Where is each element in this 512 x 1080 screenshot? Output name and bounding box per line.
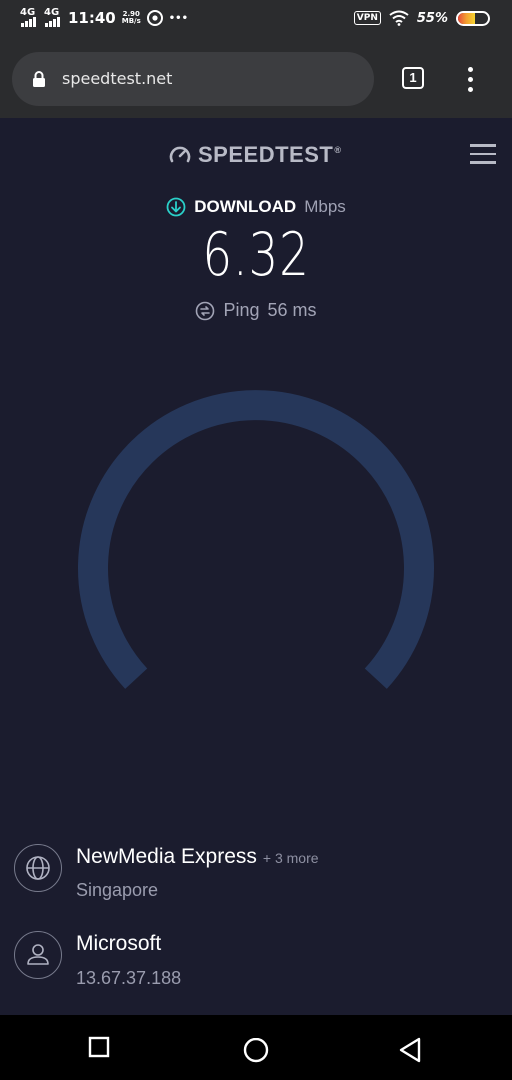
speedtest-logo[interactable]: SPEEDTEST ® (168, 142, 341, 168)
home-icon[interactable] (243, 1038, 269, 1064)
vpn-badge: VPN (353, 11, 381, 25)
ping-icon (196, 301, 215, 320)
server-globe-icon (14, 844, 62, 892)
signal-icon: 4G (20, 7, 38, 27)
browser-toolbar: speedtest.net 1 (0, 40, 512, 118)
server-isp-name[interactable]: NewMedia Express + 3 more (76, 845, 319, 869)
recent-apps-icon[interactable] (88, 1036, 110, 1058)
server-location: Singapore (76, 880, 159, 900)
ping-value: 56 ms (267, 300, 317, 320)
wifi-icon (389, 10, 409, 26)
download-unit: Mbps (304, 197, 346, 216)
more-notifications-icon: ••• (168, 12, 188, 24)
logo-mark: ® (334, 145, 342, 155)
logo-text: SPEEDTEST (198, 142, 334, 167)
download-label: DOWNLOAD (194, 197, 297, 216)
browser-menu-icon[interactable] (468, 67, 474, 93)
battery-icon (456, 10, 490, 26)
network-speed: 2.90 MB/s (121, 10, 141, 25)
lock-icon (33, 71, 45, 87)
download-header: DOWNLOAD Mbps (0, 197, 512, 217)
status-bar: 4G 4G 11:40 2.90 MB/s ••• VPN 55% (0, 0, 512, 40)
isp-name-text: NewMedia Express (76, 845, 257, 868)
ping-row: Ping 56 ms (0, 300, 512, 321)
gauge-track (78, 390, 434, 689)
ping-label: Ping (223, 300, 260, 320)
gauge-logo-icon (169, 146, 191, 163)
provider-name: Microsoft (76, 932, 162, 955)
system-nav-bar (0, 1015, 512, 1080)
back-icon[interactable] (398, 1037, 424, 1063)
chrome-icon (146, 10, 163, 26)
clock: 11:40 (68, 9, 116, 27)
more-servers-link[interactable]: + 3 more (263, 850, 319, 866)
address-bar[interactable]: speedtest.net (12, 52, 374, 106)
battery-percent: 55% (416, 10, 448, 26)
speed-gauge (78, 390, 434, 689)
download-speed-value: 6.32 (202, 220, 310, 290)
user-icon (14, 931, 62, 979)
download-arrow-icon (166, 197, 186, 217)
signal-icon: 4G (44, 7, 62, 27)
url-text[interactable]: speedtest.net (62, 69, 172, 88)
tab-switcher-button[interactable]: 1 (402, 67, 424, 89)
ip-address: 13.67.37.188 (76, 968, 182, 988)
hamburger-menu-icon[interactable] (470, 144, 496, 164)
